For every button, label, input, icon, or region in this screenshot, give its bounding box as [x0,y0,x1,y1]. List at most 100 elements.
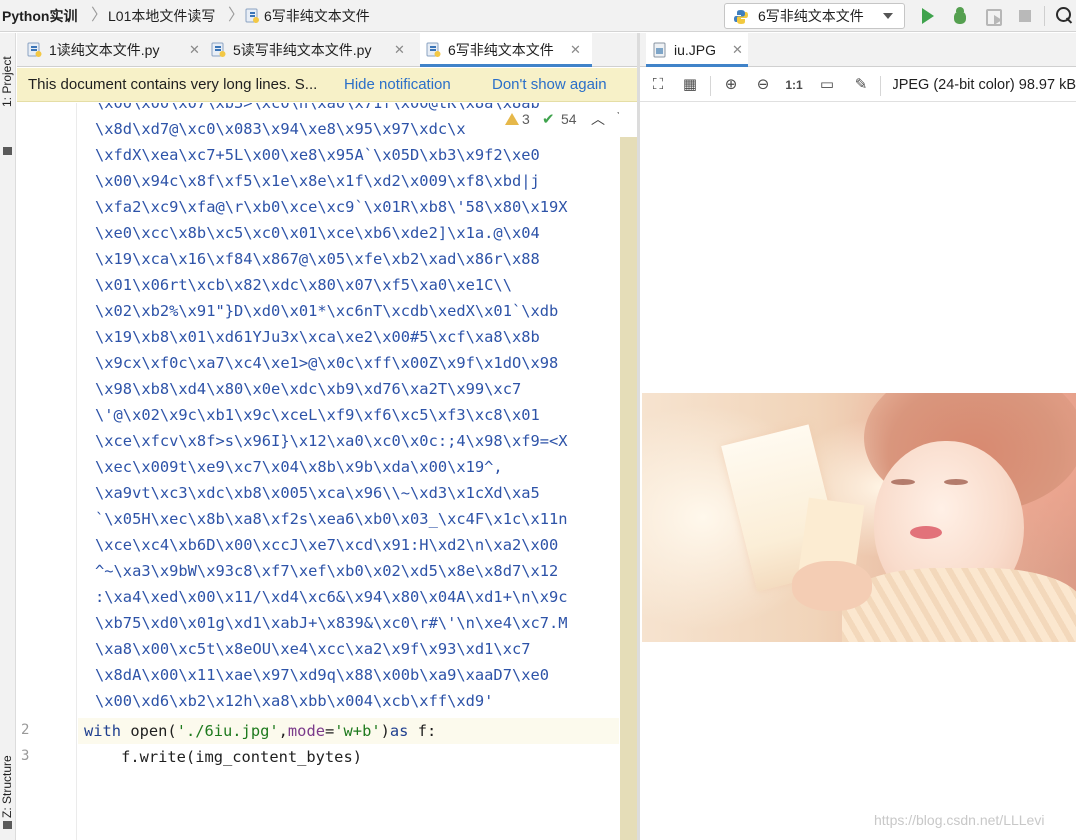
photo-lips [910,526,942,539]
close-icon[interactable]: ✕ [189,33,200,67]
python-file-icon [245,8,259,23]
image-tab-bar: iu.JPG ✕ [640,33,1076,67]
close-icon[interactable]: ✕ [394,33,405,67]
code-line: \'@\x02\x9c\xb1\x9c\xceL\xf9\xf6\xc5\xf3… [95,406,540,424]
toolbar-divider [710,76,711,96]
code-line: \xfdX\xea\xc7+5L\x00\xe8\x95A`\x05D\xb3\… [95,146,540,164]
code-open-call: open( [121,722,177,740]
actual-size-button[interactable]: 1:1 [785,76,803,94]
close-icon[interactable]: ✕ [570,33,581,67]
tool-window-strip: 1: Project Z: Structure [0,33,16,840]
code-line: \xec\x009t\xe9\xc7\x04\x8b\x9b\xda\x00\x… [95,458,503,476]
photo-eye [891,479,915,485]
code-line: \xce\xc4\xb6D\x00\xccJ\xe7\xcd\x91:H\xd2… [95,536,559,554]
code-line: \x8d\xd7@\xc0\x083\x94\xe8\x95\x97\xdc\x [95,120,466,138]
string-mode: 'w+b' [334,722,381,740]
warning-count: 3 [522,111,530,127]
code-line: :\xa4\xed\x00\x11/\xd4\xc6&\x94\x80\x04A… [95,588,568,606]
code-line-with-open: with open('./6iu.jpg',mode='w+b')as f: [84,718,436,744]
code-line: \x19\xb8\x01\xd61YJu3x\xca\xe2\x00#5\xcf… [95,328,540,346]
zoom-out-icon[interactable]: ⊖ [754,76,772,94]
code-line: \x19\xca\x16\xf84\x867@\x05\xfe\xb2\xad\… [95,250,540,268]
structure-icon [3,821,12,829]
python-icon [734,10,748,24]
param-mode: mode [287,722,325,740]
run-icon[interactable] [918,6,938,26]
search-icon[interactable] [1055,6,1075,26]
keyword-as: as [389,722,409,740]
warning-icon [505,113,519,125]
tab-label: 1读纯文本文件.py [49,42,160,58]
ok-count: 54 [561,111,577,127]
code-line: \xfa2\xc9\xfa@\r\xb0\xce\xc9`\x01R\xb8\'… [95,198,568,216]
chevron-down-icon[interactable]: ﹀ [617,108,619,130]
image-info-text: JPEG (24-bit color) 98.97 kB [893,77,1076,93]
tab-label: 5读写非纯文本文件.py [233,42,372,58]
python-file-icon [27,42,42,57]
code-line: \x00\x94c\x8f\xf5\x1e\x8e\x1f\xd2\x009\x… [95,172,540,190]
line-number: 3 [21,748,30,764]
navigation-bar: Python实训 〉 L01本地文件读写 〉 6写非纯文本文件 6写非纯文本文件 [0,0,1076,32]
code-equals: = [324,722,335,740]
dont-show-again-link[interactable]: Don't show again [492,68,607,101]
code-comma: , [278,722,288,740]
toolbar-divider [880,76,881,96]
folder-icon [3,147,12,155]
breadcrumb-folder[interactable]: L01本地文件读写 [108,0,215,32]
code-line: \xce\xfcv\x8f>s\x96I}\x12\xa0\xc0\x0c:;4… [95,432,568,450]
code-line: \x00\xd6\xb2\x12h\xa8\xbb\x004\xcb\xff\x… [95,692,494,710]
tab-file-6-active[interactable]: 6写非纯文本文件 ✕ [420,33,592,67]
structure-tool-window-button[interactable]: Z: Structure [0,738,16,818]
breadcrumb-file[interactable]: 6写非纯文本文件 [245,0,370,32]
project-tool-window-button[interactable]: 1: Project [0,41,16,107]
editor-tab-bar: 1读纯文本文件.py ✕ 5读写非纯文本文件.py ✕ 6写非纯文本文件 ✕ [17,33,637,67]
notification-message: This document contains very long lines. … [28,76,318,93]
breadcrumb-project[interactable]: Python实训 [2,0,77,32]
scrollbar-marker [620,137,637,840]
code-line: `\x05H\xec\x8b\xa8\xf2s\xea6\xb0\x03_\xc… [95,510,568,528]
background-icon[interactable]: ▭ [818,76,836,94]
hide-notification-link[interactable]: Hide notification [344,68,451,101]
breadcrumb-separator-icon: 〉 [228,7,245,24]
image-file-icon [653,42,666,58]
tab-label: iu.JPG [674,42,717,58]
debug-icon[interactable] [950,6,970,26]
inspection-widget[interactable]: 3 ✔ 54 ︿ ﹀ [505,108,619,130]
run-with-coverage-icon[interactable] [983,6,1003,26]
photo-sweater [842,568,1076,642]
close-icon[interactable]: ✕ [732,33,743,67]
image-viewer-canvas[interactable] [640,103,1076,840]
grid-icon[interactable]: ▦ [681,76,699,94]
python-file-icon [426,42,441,57]
code-close-paren: ) [380,722,390,740]
color-picker-icon[interactable]: ✎ [852,76,870,94]
run-configuration-dropdown[interactable]: 6写非纯文本文件 [724,3,905,29]
code-line: \xe0\xcc\x8b\xc5\xc0\x01\xce\xb6\xde2]\x… [95,224,540,242]
tab-image-active[interactable]: iu.JPG ✕ [646,33,748,67]
line-number: 2 [21,722,30,738]
fit-to-window-icon[interactable]: ⛶ [649,76,667,94]
zoom-in-icon[interactable]: ⊕ [722,76,740,94]
tab-file-1[interactable]: 1读纯文本文件.py ✕ [27,33,205,67]
stop-icon[interactable] [1015,6,1035,26]
code-editor[interactable]: \x00\x00\x07\xb3>\xc0\n\xa0\x71f\x00@tK\… [78,103,619,840]
tab-file-5[interactable]: 5读写非纯文本文件.py ✕ [211,33,416,67]
run-configuration-label: 6写非纯文本文件 [758,8,864,24]
code-line: ^~\xa3\x9bW\x93c8\xf7\xef\xb0\x02\xd5\x8… [95,562,559,580]
string-path: './6iu.jpg' [176,722,279,740]
code-line: \x00\x00\x07\xb3>\xc0\n\xa0\x71f\x00@tK\… [95,103,540,112]
watermark: https://blog.csdn.net/LLLevi [874,812,1045,828]
toolbar-divider [1044,6,1045,26]
line-number-gutter: 2 3 [17,103,77,840]
chevron-up-icon[interactable]: ︿ [591,108,605,130]
photo-hand [792,561,872,611]
photo-image [642,393,1076,642]
code-line: \x01\x06rt\xcb\x82\xdc\x80\x07\xf5\xa0\x… [95,276,512,294]
image-info: JPEG (24-bit color) 98.97 kB [893,68,1076,102]
code-line: \xb75\xd0\x01g\xd1\xabJ+\x839&\xc0\r#\'\… [95,614,568,632]
code-line: \xa8\x00\xc5t\x8eOU\xe4\xcc\xa2\x9f\x93\… [95,640,531,658]
breadcrumb-file-label: 6写非纯文本文件 [264,8,370,24]
code-tail: f: [408,722,437,740]
python-file-icon [211,42,226,57]
image-viewer-toolbar: ⛶ ▦ ⊕ ⊖ 1:1 ▭ ✎ JPEG (24-bit color) 98.9… [640,68,1076,102]
